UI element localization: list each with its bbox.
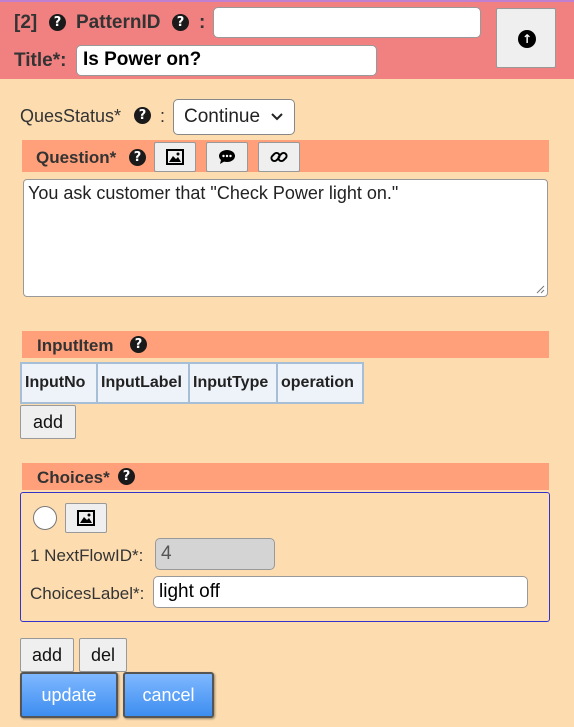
column-header: operation xyxy=(276,362,364,404)
image-icon xyxy=(166,149,184,165)
column-header: InputLabel xyxy=(96,362,190,404)
choices-label-input[interactable]: light off xyxy=(153,576,528,608)
pattern-id-colon: : xyxy=(199,12,206,33)
link-icon xyxy=(270,151,288,163)
input-item-title: InputItem xyxy=(37,336,114,355)
update-button[interactable]: update xyxy=(20,672,118,718)
pattern-id-label: PatternID xyxy=(76,12,161,33)
question-title: Question* xyxy=(36,148,117,167)
ques-status-value: Continue xyxy=(184,106,261,127)
arrow-up-circle-icon: ↑ xyxy=(518,30,536,48)
help-icon[interactable]: ? xyxy=(129,149,146,166)
insert-image-button[interactable] xyxy=(154,142,196,172)
add-choice-button[interactable]: add xyxy=(20,638,74,672)
resize-grip-icon[interactable] xyxy=(535,284,545,294)
add-input-button[interactable]: add xyxy=(20,405,76,439)
cancel-button[interactable]: cancel xyxy=(123,672,214,718)
insert-comment-button[interactable] xyxy=(206,142,248,172)
pattern-index: [2] xyxy=(14,12,38,33)
upload-button[interactable]: ↑ xyxy=(496,8,556,68)
input-item-table: InputNo InputLabel InputType operation xyxy=(20,362,364,404)
ques-status-select[interactable]: Continue xyxy=(173,99,295,135)
comment-icon xyxy=(219,150,235,164)
choice-radio[interactable] xyxy=(33,506,57,530)
title-input[interactable]: Is Power on? xyxy=(76,45,377,76)
table-header-row: InputNo InputLabel InputType operation xyxy=(20,362,364,404)
next-flow-input: 4 xyxy=(155,538,275,570)
question-text: You ask customer that "Check Power light… xyxy=(28,183,399,203)
question-textarea[interactable]: You ask customer that "Check Power light… xyxy=(23,179,548,297)
help-icon[interactable]: ? xyxy=(49,14,66,31)
help-icon[interactable]: ? xyxy=(172,14,189,31)
column-header: InputNo xyxy=(20,362,98,404)
column-header: InputType xyxy=(188,362,278,404)
help-icon[interactable]: ? xyxy=(118,468,135,485)
image-icon xyxy=(77,510,95,526)
help-icon[interactable]: ? xyxy=(130,336,147,353)
next-flow-label: 1 NextFlowID*: xyxy=(30,546,144,565)
ques-status-colon: : xyxy=(160,106,166,126)
choices-title: Choices* xyxy=(37,468,110,487)
delete-choice-button[interactable]: del xyxy=(79,638,127,672)
ques-status-label: QuesStatus* xyxy=(20,106,122,126)
title-label: Title*: xyxy=(14,50,67,71)
choices-label-label: ChoicesLabel*: xyxy=(30,584,145,603)
choice-image-button[interactable] xyxy=(65,503,107,533)
pattern-id-input[interactable] xyxy=(213,7,481,38)
help-icon[interactable]: ? xyxy=(134,107,151,124)
insert-link-button[interactable] xyxy=(258,142,300,172)
